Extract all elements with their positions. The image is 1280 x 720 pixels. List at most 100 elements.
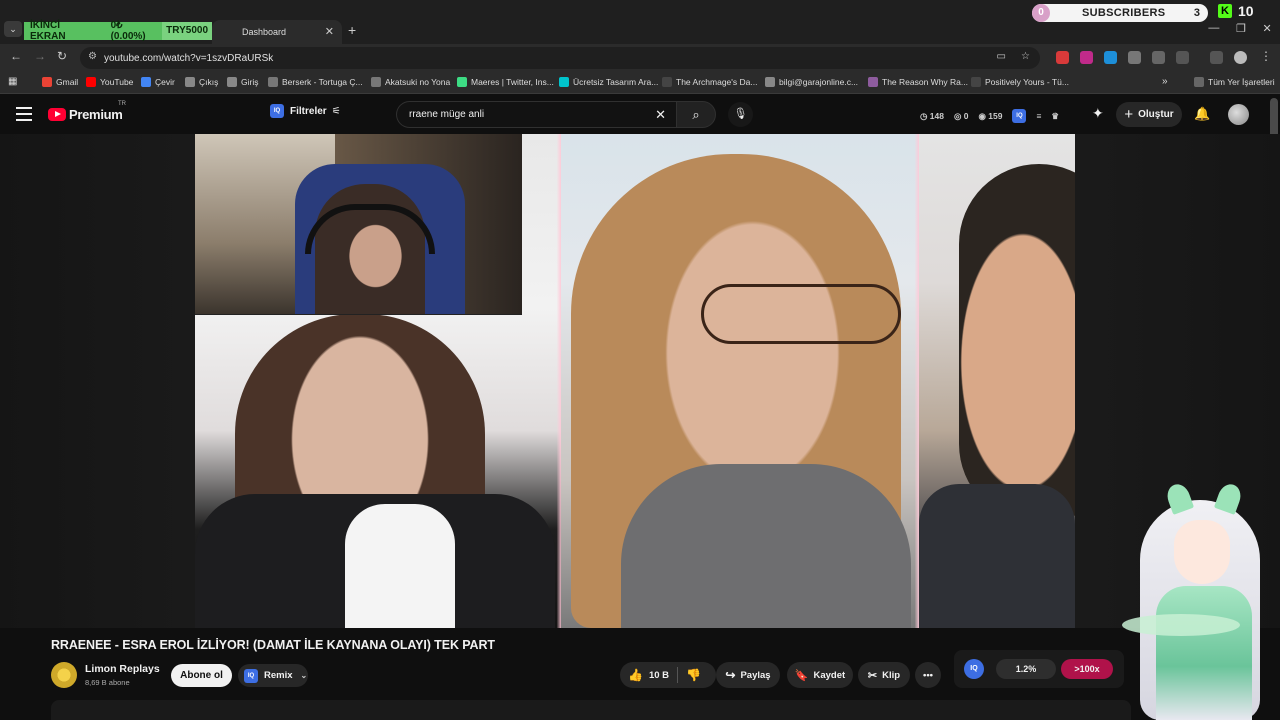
bookmark-icon: 🔖 — [794, 669, 809, 682]
tab-search-dropdown[interactable]: ⌄ — [4, 21, 22, 37]
extension-icon-5[interactable] — [1152, 51, 1165, 64]
bookmark-archmage[interactable]: The Archmage's Da... — [662, 77, 757, 87]
new-tab-icon[interactable]: + — [348, 22, 356, 38]
forward-icon[interactable]: → — [34, 49, 46, 63]
dislike-button[interactable]: 👎 — [686, 668, 701, 682]
subscribe-button[interactable]: Abone ol — [171, 664, 232, 687]
bookmark-cikis[interactable]: Çıkış — [185, 77, 218, 87]
clip-button[interactable]: ✂ Klip — [858, 662, 910, 688]
filters-button[interactable]: IQ Filtreler ⚟ — [270, 104, 341, 118]
bookmark-positively[interactable]: Positively Yours - Tü... — [971, 77, 1069, 87]
minimize-icon[interactable]: — — [1208, 22, 1219, 38]
grey-sweater — [621, 464, 911, 628]
bookmark-gmail[interactable]: Gmail — [42, 77, 78, 87]
menu-icon[interactable]: ⋮ — [1260, 49, 1272, 63]
reading-list-icon[interactable] — [1210, 51, 1223, 64]
search-input[interactable]: rraene müge anli ✕ — [396, 101, 676, 128]
close-icon[interactable]: ✕ — [325, 25, 334, 38]
more-icon: ••• — [923, 669, 933, 681]
save-label: Kaydet — [813, 669, 846, 681]
bookmark-youtube[interactable]: YouTube — [86, 77, 133, 87]
close-window-icon[interactable]: ✕ — [1262, 22, 1271, 38]
all-bookmarks[interactable]: Tüm Yer İşaretleri — [1194, 77, 1275, 87]
share-button[interactable]: ↪ Paylaş — [716, 662, 780, 688]
like-count: 10 B — [648, 669, 670, 681]
user-avatar[interactable] — [1228, 104, 1249, 125]
profile-icon[interactable] — [1234, 51, 1247, 64]
tab-dashboard[interactable]: Dashboard ✕ — [212, 20, 342, 44]
window-controls: — ❐ ✕ — [1200, 22, 1280, 38]
extensions-puzzle-icon[interactable] — [1176, 51, 1189, 64]
video-title: RRAENEE - ESRA EROL İZLİYOR! (DAMAT İLE … — [51, 638, 495, 652]
more-actions-button[interactable]: ••• — [915, 662, 941, 688]
search-query: rraene müge anli — [409, 109, 485, 120]
subscribers-count-right: 3 — [1193, 7, 1200, 19]
tab-title: Dashboard — [242, 27, 287, 37]
dark-coat — [919, 484, 1075, 628]
youtube-logo[interactable]: Premium TR — [48, 101, 126, 122]
search-button[interactable]: ⌕ — [676, 101, 716, 128]
extension-icon-1[interactable] — [1056, 51, 1069, 64]
queue-icon[interactable]: ≡ — [1036, 111, 1041, 121]
bookmark-cevir[interactable]: Çevir — [141, 77, 175, 87]
bookmarks-bar: ▦ Gmail YouTube Çevir Çıkış Giriş Berser… — [0, 72, 1280, 94]
brand-label: Premium — [69, 107, 123, 122]
iq-icon[interactable]: IQ — [964, 659, 984, 679]
bookmark-maeres[interactable]: Maeres | Twitter, Ins... — [457, 77, 554, 87]
site-info-icon[interactable]: ⚙ — [88, 51, 97, 62]
stream-overlay-bar: İKİNCİ EKRAN 0₺ (0.00%) TRY5000 — [24, 20, 212, 42]
clear-search-icon[interactable]: ✕ — [655, 107, 666, 123]
channel-avatar[interactable] — [51, 662, 77, 688]
share-icon: ↪ — [725, 668, 736, 682]
bookmark-akatsuki[interactable]: Akatsuki no Yona — [371, 77, 450, 87]
restore-icon[interactable]: ❐ — [1236, 22, 1246, 38]
iq-percent: 1.2% — [996, 659, 1056, 679]
extension-icon-4[interactable] — [1128, 51, 1141, 64]
create-button[interactable]: + Oluştur — [1116, 102, 1182, 127]
bookmark-star-icon[interactable]: ☆ — [1021, 51, 1030, 62]
create-label: Oluştur — [1138, 109, 1174, 120]
notifications-bell-icon[interactable]: 🔔 — [1194, 106, 1210, 122]
apps-grid-icon[interactable]: ▦ — [8, 76, 17, 87]
save-button[interactable]: 🔖 Kaydet — [787, 662, 853, 688]
cast-icon[interactable]: ▭ — [997, 51, 1006, 62]
omnibox[interactable]: ⚙ youtube.com/watch?v=1szvDRaURSk ▭ ☆ — [80, 47, 1040, 69]
extension-gear-icon[interactable]: ✦ — [1092, 105, 1104, 122]
description-box[interactable] — [51, 700, 1131, 720]
back-icon[interactable]: ← — [10, 49, 22, 63]
iq-extension-panel: IQ 1.2% >100x — [954, 650, 1124, 688]
filters-label: Filtreler — [290, 105, 327, 117]
kick-icon: K — [1218, 4, 1232, 18]
trophy-icon[interactable]: ♛ — [1051, 111, 1059, 122]
voice-search-button[interactable]: 🎙 — [728, 102, 753, 127]
clip-label: Klip — [882, 669, 901, 681]
video-panel-middle — [561, 134, 919, 628]
extension-icon-3[interactable] — [1104, 51, 1117, 64]
hamburger-menu-icon[interactable] — [16, 107, 32, 121]
extension-icon-2[interactable] — [1080, 51, 1093, 64]
iq-multiplier: >100x — [1061, 659, 1113, 679]
bookmark-berserk[interactable]: Berserk - Tortuga Ç... — [268, 77, 363, 87]
bookmark-giris[interactable]: Giriş — [227, 77, 258, 87]
more-bookmarks-icon[interactable]: » — [1162, 76, 1168, 87]
iq-toolbar-icon[interactable]: IQ — [1012, 109, 1027, 123]
subscribers-count-left: 0 — [1032, 4, 1050, 22]
bookmark-tasarim[interactable]: Ücretsiz Tasarım Ara... — [559, 77, 658, 87]
overlay-currency: TRY5000 — [162, 22, 212, 40]
white-shirt — [345, 504, 455, 628]
bookmark-reason[interactable]: The Reason Why Ra... — [868, 77, 968, 87]
iq-icon: IQ — [270, 104, 284, 118]
reload-icon[interactable]: ↻ — [57, 49, 67, 63]
remix-button[interactable]: IQ Remix ⌄ — [238, 664, 308, 687]
url-text: youtube.com/watch?v=1szvDRaURSk — [104, 52, 274, 64]
like-dislike-group: 👍 10 B 👎 — [620, 662, 716, 688]
sliders-icon: ⚟ — [331, 105, 341, 117]
overlay-label: İKİNCİ EKRAN — [30, 20, 66, 42]
bookmark-garaj[interactable]: bilgi@garajonline.c... — [765, 77, 858, 87]
chevron-down-icon: ⌄ — [300, 671, 308, 680]
vtuber-face — [1174, 520, 1230, 584]
kick-badge: K 10 — [1218, 2, 1260, 20]
subscribers-widget: 0 SUBSCRIBERS 3 — [1032, 4, 1208, 22]
channel-name[interactable]: Limon Replays — [85, 663, 160, 675]
like-button[interactable]: 👍 10 B — [620, 668, 669, 682]
